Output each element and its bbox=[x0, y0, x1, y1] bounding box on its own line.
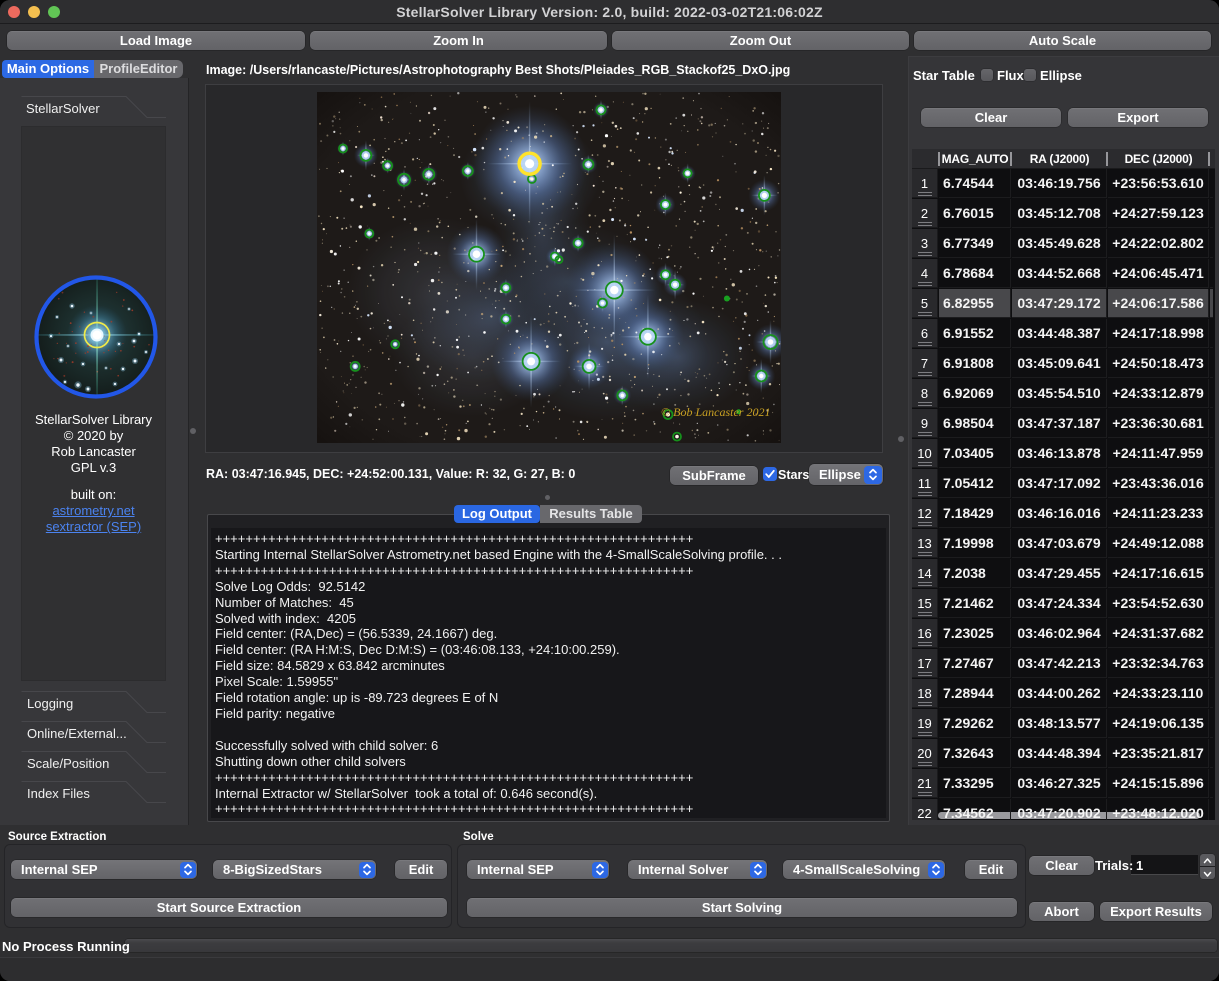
svg-text:© Bob Lancaster 2021: © Bob Lancaster 2021 bbox=[661, 405, 770, 419]
